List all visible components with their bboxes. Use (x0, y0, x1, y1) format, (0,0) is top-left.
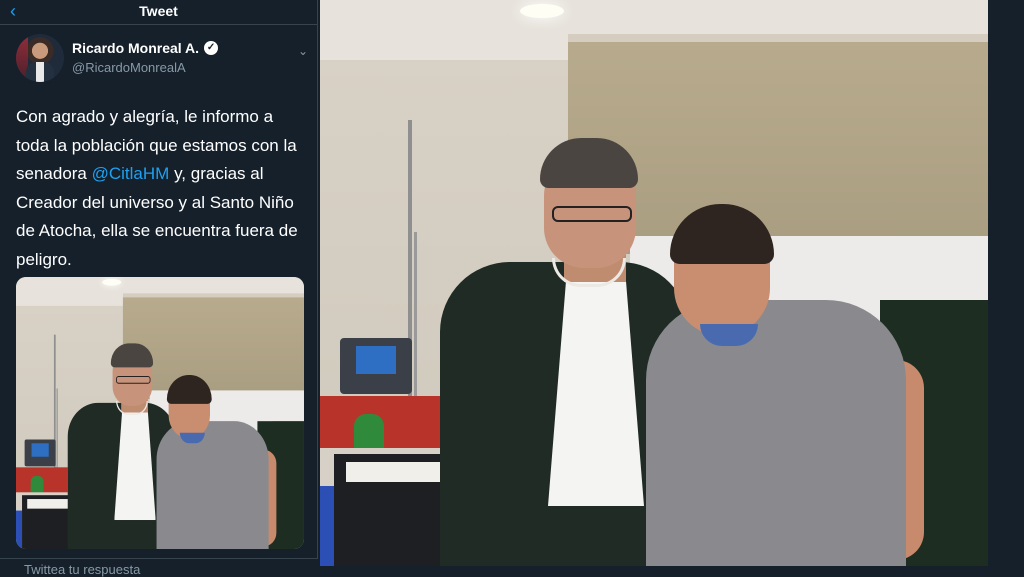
verified-badge-icon: ✓ (204, 41, 219, 55)
photo-scene (320, 0, 988, 566)
author-handle[interactable]: @RicardoMonrealA (72, 60, 186, 75)
avatar-shirt (36, 62, 44, 82)
author-name[interactable]: Ricardo Monreal A. (72, 40, 199, 56)
header-title: Tweet (139, 3, 178, 19)
reply-bar[interactable]: Twittea tu respuesta (0, 558, 318, 577)
reply-input[interactable]: Twittea tu respuesta (24, 562, 140, 577)
enlarged-photo (320, 0, 988, 566)
chevron-down-icon[interactable]: ⌄ (298, 44, 308, 58)
right-background-edge (988, 0, 1024, 576)
media-photo-scene (16, 277, 304, 549)
tweet-media-image[interactable] (16, 277, 304, 549)
tweet-panel: ‹ Tweet Ricardo Monreal A. ✓ @RicardoMon… (0, 0, 318, 577)
mention-link[interactable]: @CitlaHM (92, 164, 170, 183)
tweet-author: Ricardo Monreal A. ✓ @RicardoMonrealA ⌄ (16, 34, 308, 86)
tweet-text: Con agrado y alegría, le informo a toda … (16, 103, 308, 274)
avatar[interactable] (16, 34, 64, 82)
author-name-row: Ricardo Monreal A. ✓ (72, 40, 219, 56)
tweet-header: ‹ Tweet (0, 0, 317, 25)
